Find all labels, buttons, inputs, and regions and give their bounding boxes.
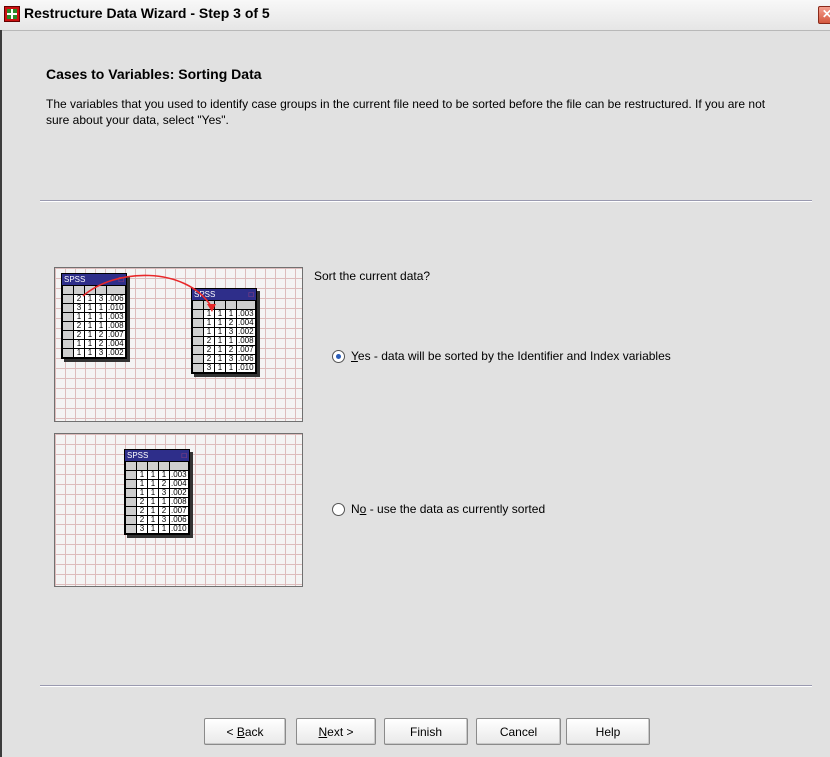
mini-table-row-index <box>192 327 204 337</box>
mini-table-row-index <box>125 524 137 534</box>
window-border <box>0 30 2 757</box>
mini-table-row: 1 1 3.002 <box>62 348 126 358</box>
next-button[interactable]: Next > <box>296 718 376 745</box>
sort-question-label: Sort the current data? <box>314 269 431 283</box>
close-icon[interactable]: ✕ <box>818 6 830 24</box>
mini-table-row-index <box>62 330 74 340</box>
mini-table-row: 3 1 1.010 <box>192 363 256 373</box>
current-table-grid: 1 1 1.003 1 1 2.004 1 1 3.002 2 1 1.008 2 1 2.007 2 1 3.0… <box>125 461 189 534</box>
mini-table-row-index <box>125 515 137 525</box>
sort-no-option[interactable]: No - use the data as currently sorted <box>332 502 545 516</box>
title-bar: Restructure Data Wizard - Step 3 of 5 ✕ <box>0 0 830 31</box>
spss-app-icon <box>4 6 20 22</box>
mini-table-row-index <box>125 506 137 516</box>
mini-table-header-cell <box>125 461 137 471</box>
mini-table-cell: 1 <box>225 363 237 373</box>
mini-table-row-index <box>125 488 137 498</box>
help-button[interactable]: Help <box>566 718 650 745</box>
no-radio-label[interactable]: No - use the data as currently sorted <box>351 502 545 516</box>
mini-table-row-index <box>125 479 137 489</box>
mini-table-cell: 1 <box>147 524 159 534</box>
mini-table-cell: 1 <box>73 348 85 358</box>
back-button[interactable]: < Back <box>204 718 286 745</box>
step-description: The variables that you used to identify … <box>46 97 766 127</box>
mini-table-row-index <box>125 470 137 480</box>
mini-table-row-index <box>125 497 137 507</box>
footer-divider <box>40 685 812 687</box>
sorted-data-illustration: SPSS □ 2 1 3.006 3 1 1.010 1 1 1.003 2 1 1.008 2 1 2.00… <box>54 267 303 422</box>
mini-table-row: 3 1 1.010 <box>125 524 189 534</box>
mini-table-cell: .010 <box>169 524 189 534</box>
mini-table-cell: 1 <box>84 348 96 358</box>
mini-table-caption: SPSS □ <box>125 450 189 461</box>
mini-table-cell: 3 <box>203 363 215 373</box>
step-heading: Cases to Variables: Sorting Data <box>46 66 262 82</box>
mini-table-row-index <box>62 339 74 349</box>
current-data-illustration: SPSS □ 1 1 1.003 1 1 2.004 1 1 3.002 2 1 1.008 2 1 2.00… <box>54 433 303 587</box>
yes-radio-button[interactable] <box>332 349 345 363</box>
sort-arrow-icon <box>82 274 216 312</box>
mini-table-row-index <box>192 363 204 373</box>
mini-table-row-index <box>62 348 74 358</box>
mini-table-cell: 3 <box>136 524 148 534</box>
mini-table-row-index <box>192 336 204 346</box>
header-divider <box>40 200 812 202</box>
mini-table-cell: 1 <box>214 363 226 373</box>
mini-table-row-index <box>192 345 204 355</box>
no-radio-button[interactable] <box>332 502 345 516</box>
sort-yes-option[interactable]: Yes - data will be sorted by the Identif… <box>332 349 671 363</box>
yes-radio-label[interactable]: Yes - data will be sorted by the Identif… <box>351 349 671 363</box>
mini-table-cell: .010 <box>236 363 256 373</box>
mini-table-cell: 3 <box>95 348 107 358</box>
current-mini-table: SPSS □ 1 1 1.003 1 1 2.004 1 1 3.002 2 1 1.008 2 1 2.00… <box>124 449 190 535</box>
mini-table-row-index <box>192 354 204 364</box>
finish-button[interactable]: Finish <box>384 718 468 745</box>
window-title: Restructure Data Wizard - Step 3 of 5 <box>24 5 270 21</box>
mini-table-cell: 1 <box>158 524 170 534</box>
cancel-button[interactable]: Cancel <box>476 718 561 745</box>
mini-table-cell: .002 <box>106 348 126 358</box>
